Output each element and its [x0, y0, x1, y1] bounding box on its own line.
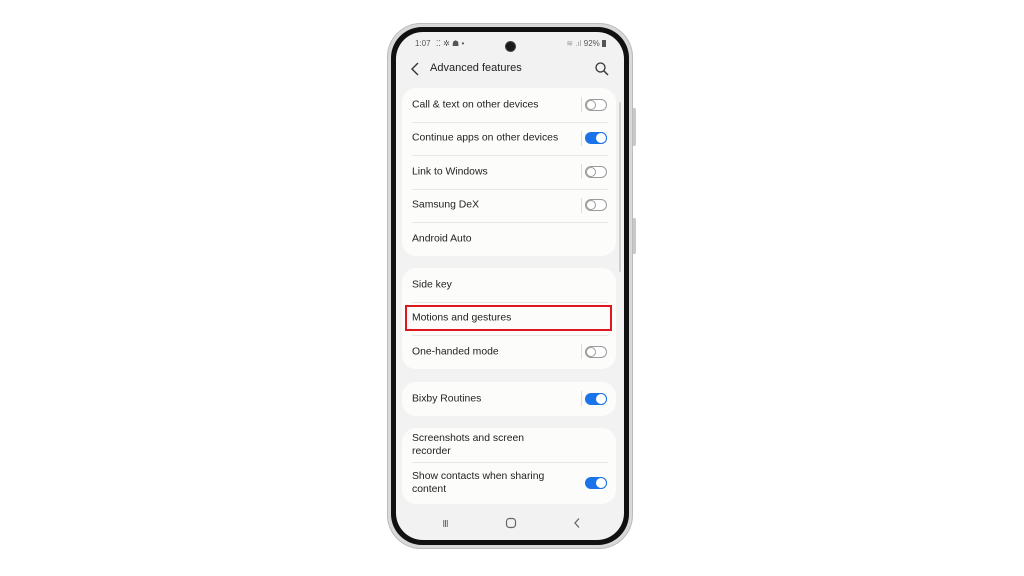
divider — [581, 97, 582, 112]
status-bar: 1:07 ⁚⁚ ✲ ☗ • ≋ .ıl 92% — [396, 38, 624, 52]
toggle-knob — [595, 132, 607, 145]
toggle-knob — [595, 476, 607, 489]
toggle-switch[interactable] — [585, 345, 607, 358]
item-label: Continue apps on other devices — [412, 132, 559, 144]
divider — [581, 344, 582, 359]
toggle-knob — [595, 392, 607, 405]
power-button — [633, 218, 636, 254]
toggle-knob — [586, 99, 596, 110]
item-label: Side key — [412, 279, 452, 291]
back-nav-button[interactable] — [568, 514, 586, 532]
search-icon — [595, 62, 609, 76]
screen: 1:07 ⁚⁚ ✲ ☗ • ≋ .ıl 92% Advanced feature… — [396, 32, 624, 540]
toggle-switch[interactable] — [585, 476, 607, 489]
list-item-android-auto[interactable]: Android Auto — [402, 222, 616, 256]
recents-icon: III — [442, 519, 448, 530]
recents-button[interactable]: III — [436, 514, 454, 532]
navigation-bar: III — [396, 512, 624, 534]
list-item-side-key[interactable]: Side key — [402, 268, 616, 302]
divider — [581, 130, 582, 146]
toggle-switch[interactable] — [585, 132, 607, 145]
phone-frame: 1:07 ⁚⁚ ✲ ☗ • ≋ .ıl 92% Advanced feature… — [387, 23, 636, 549]
home-icon — [505, 517, 517, 529]
toggle-switch[interactable] — [585, 392, 607, 405]
toggle-switch[interactable] — [585, 98, 607, 111]
list-item-samsung-dex[interactable]: Samsung DeX — [402, 188, 616, 223]
settings-group-bixby: Bixby Routines — [402, 382, 616, 416]
divider — [581, 197, 582, 213]
list-item-show-contacts[interactable]: Show contacts when sharing content — [402, 461, 616, 504]
notification-icons: ⁚⁚ ✲ ☗ • — [435, 39, 465, 48]
phone-bezel: 1:07 ⁚⁚ ✲ ☗ • ≋ .ıl 92% Advanced feature… — [391, 27, 629, 545]
item-label: Link to Windows — [412, 166, 488, 178]
list-item-screenshots[interactable]: Screenshots and screen recorder — [402, 428, 616, 462]
back-button[interactable] — [408, 59, 424, 79]
volume-button — [633, 108, 636, 146]
item-label: Samsung DeX — [412, 199, 479, 211]
settings-group-sharing: Screenshots and screen recorder Show con… — [402, 428, 616, 504]
list-item-call-text[interactable]: Call & text on other devices — [402, 88, 616, 122]
divider — [581, 391, 582, 406]
toggle-knob — [586, 346, 596, 357]
battery-level: 92% — [583, 39, 600, 48]
item-label: One-handed mode — [412, 346, 499, 358]
scrollbar[interactable] — [619, 102, 621, 272]
item-label: Show contacts when sharing content — [412, 470, 545, 495]
list-item-continue-apps[interactable]: Continue apps on other devices — [402, 121, 616, 156]
divider — [581, 164, 582, 179]
home-button[interactable] — [502, 514, 520, 532]
back-icon — [574, 518, 580, 528]
toggle-switch[interactable] — [585, 165, 607, 178]
item-label: Motions and gestures — [412, 312, 512, 324]
chevron-left-icon — [411, 62, 419, 76]
list-item-one-handed-mode[interactable]: One-handed mode — [402, 335, 616, 369]
page-title: Advanced features — [430, 62, 522, 74]
item-label: Screenshots and screen recorder — [412, 432, 525, 457]
battery-icon — [602, 40, 606, 47]
item-label: Android Auto — [412, 233, 472, 245]
toggle-knob — [586, 166, 596, 177]
item-label: Bixby Routines — [412, 393, 482, 405]
toggle-switch[interactable] — [585, 199, 607, 212]
settings-group-connectivity: Call & text on other devices Continue ap… — [402, 88, 616, 256]
search-button[interactable] — [594, 61, 610, 77]
toggle-knob — [586, 200, 596, 211]
list-item-link-to-windows[interactable]: Link to Windows — [402, 155, 616, 189]
settings-group-controls: Side key Motions and gestures One-handed… — [402, 268, 616, 369]
status-time: 1:07 — [415, 39, 431, 48]
list-item-motions-gestures[interactable]: Motions and gestures — [402, 301, 616, 336]
app-header: Advanced features — [396, 56, 624, 84]
wifi-signal-icon: ≋ .ıl — [566, 39, 582, 48]
list-item-bixby-routines[interactable]: Bixby Routines — [402, 382, 616, 416]
item-label: Call & text on other devices — [412, 99, 539, 111]
